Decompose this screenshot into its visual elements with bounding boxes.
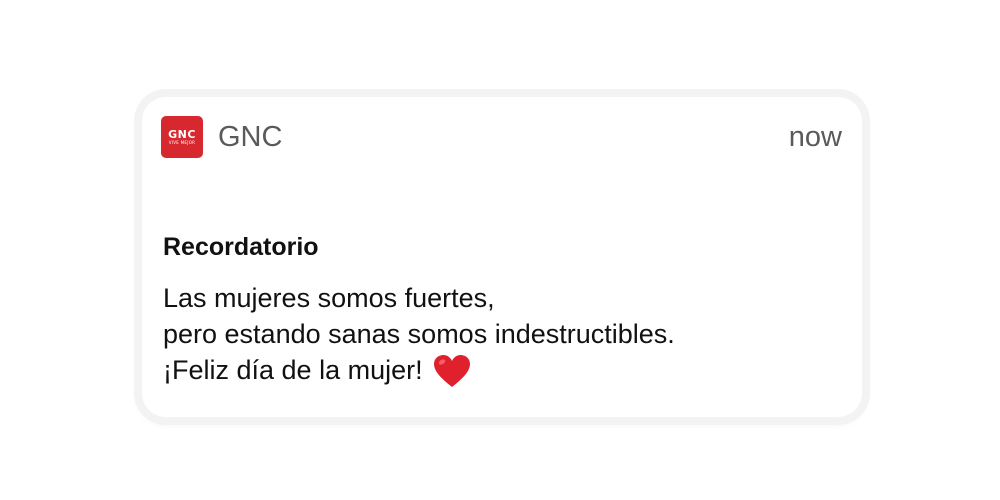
heart-icon — [433, 354, 470, 387]
body-line-text: ¡Feliz día de la mujer! — [163, 355, 423, 385]
push-notification[interactable]: GNC VIVE MEJOR GNC now Recordatorio Las … — [142, 97, 862, 417]
body-line: pero estando sanas somos indestructibles… — [163, 319, 675, 349]
gnc-logo-icon: GNC VIVE MEJOR — [161, 116, 203, 158]
timestamp: now — [788, 121, 842, 153]
notification-body: Las mujeres somos fuertes, pero estando … — [163, 280, 675, 390]
logo-brand: GNC — [168, 127, 196, 141]
body-line: Las mujeres somos fuertes, — [163, 283, 495, 313]
logo-tagline: VIVE MEJOR — [168, 139, 196, 145]
body-line-with-emoji: ¡Feliz día de la mujer! — [163, 352, 675, 390]
app-name: GNC — [218, 121, 283, 153]
notification-title: Recordatorio — [163, 233, 319, 261]
